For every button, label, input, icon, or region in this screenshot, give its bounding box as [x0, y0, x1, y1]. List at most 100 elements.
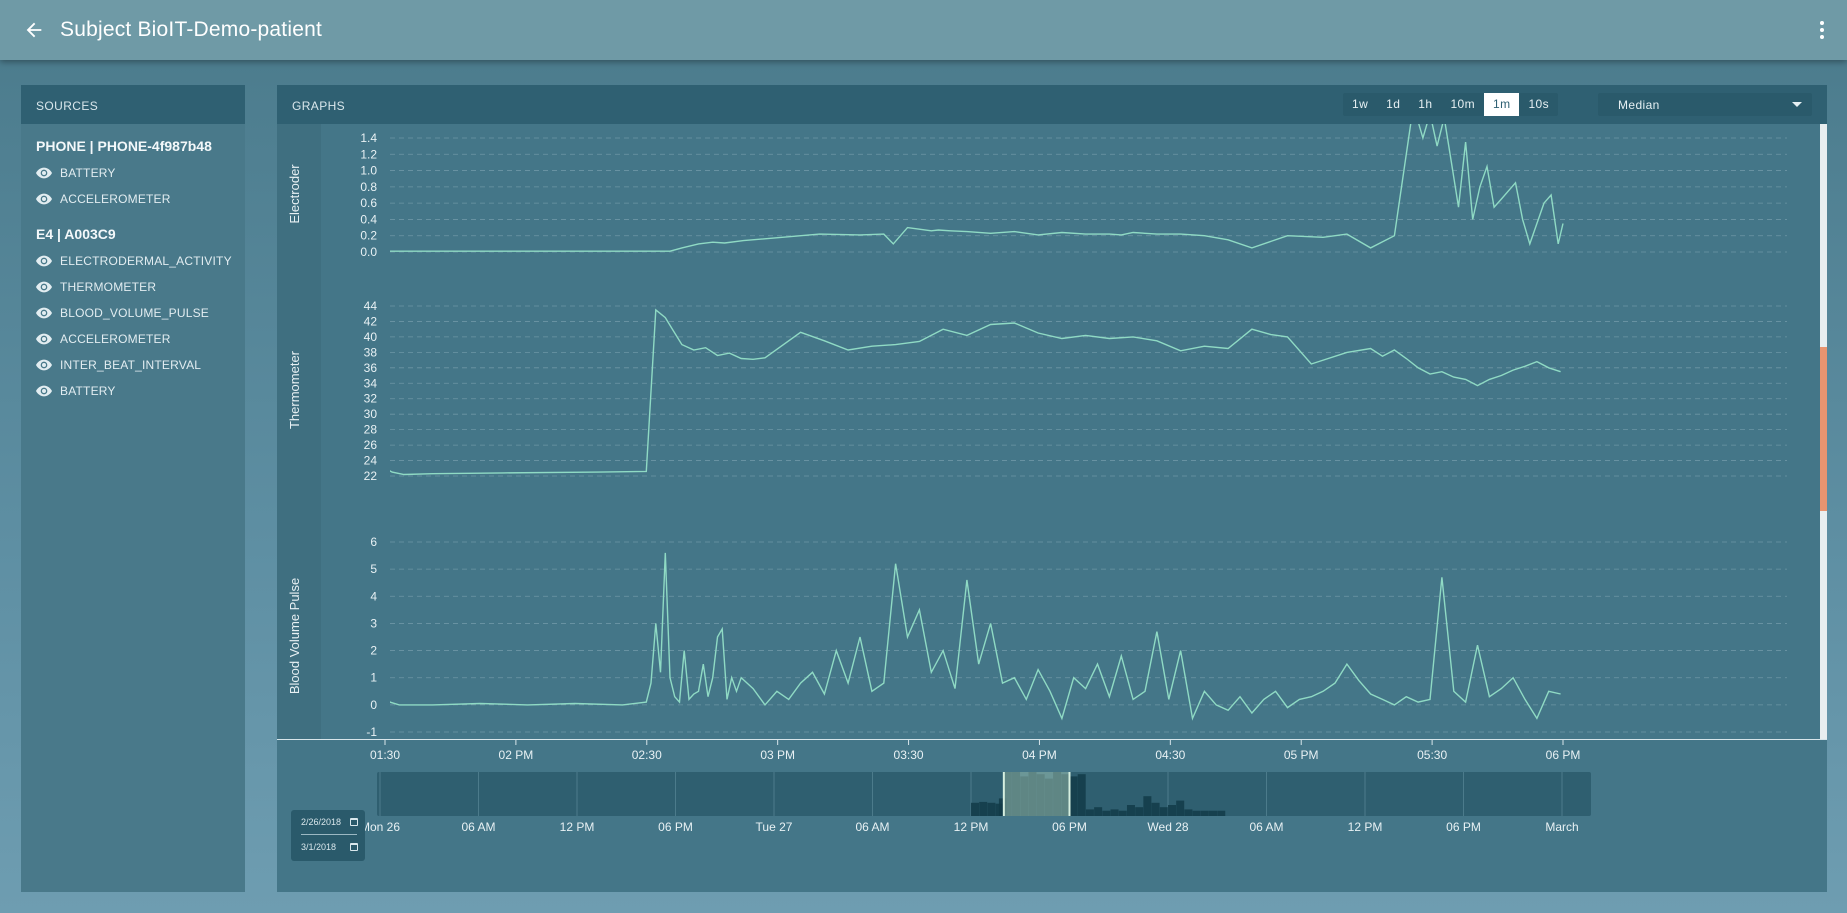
source-item-thermometer[interactable]: THERMOMETER	[36, 274, 230, 300]
x-tick-label: 06 PM	[1546, 748, 1581, 762]
more-menu-button[interactable]	[1815, 18, 1829, 42]
navigator-tick-label: 06 AM	[461, 820, 495, 834]
device-title: PHONE | PHONE-4f987b48	[36, 138, 212, 154]
navigator-tick-label: Wed 28	[1147, 820, 1188, 834]
navigator-tick-label: 06 AM	[1249, 820, 1283, 834]
x-tick-label: 01:30	[370, 748, 400, 762]
y-tick-label: 2	[370, 644, 377, 658]
x-tick-label: 02:30	[632, 748, 662, 762]
navigator-bar	[1110, 809, 1119, 816]
y-tick-label: 3	[370, 616, 377, 630]
time-range-selector: 1w 1d 1h 10m 1m 10s	[1343, 93, 1559, 116]
navigator-bar	[1085, 809, 1094, 816]
y-tick-label: 26	[364, 438, 378, 452]
y-axis-label: Thermometer	[287, 350, 302, 429]
eye-icon[interactable]	[36, 359, 52, 371]
y-tick-label: 44	[364, 299, 378, 313]
y-axis-label: Electroder	[287, 164, 302, 224]
navigator-bar	[1184, 809, 1193, 816]
x-tick-label: 04 PM	[1022, 748, 1057, 762]
source-item-label: ELECTRODERMAL_ACTIVITY	[60, 254, 232, 268]
sources-panel: SOURCES PHONE | PHONE-4f987b48 BATTERY ACC…	[21, 85, 245, 892]
y-tick-label: 32	[364, 392, 378, 406]
navigator-tick-label: Mon 26	[360, 820, 400, 834]
range-button-10s[interactable]: 10s	[1519, 93, 1558, 116]
source-item-label: INTER_BEAT_INTERVAL	[60, 358, 202, 372]
eye-icon[interactable]	[36, 333, 52, 345]
aggregation-value: Median	[1618, 98, 1660, 112]
navigator-bar	[1151, 802, 1160, 816]
source-item-label: BLOOD_VOLUME_PULSE	[60, 306, 209, 320]
navigator-bar	[1069, 776, 1078, 816]
navigator-tick-label: 06 PM	[658, 820, 693, 834]
y-tick-label: 0.4	[360, 212, 377, 226]
source-item-label: THERMOMETER	[60, 280, 157, 294]
y-tick-label: 40	[364, 330, 378, 344]
device-title: E4 | A003C9	[36, 226, 116, 242]
arrow-left-icon	[26, 22, 42, 38]
eye-icon[interactable]	[36, 255, 52, 267]
eye-icon[interactable]	[36, 307, 52, 319]
start-date-field[interactable]: 2/26/2018	[291, 810, 365, 834]
scrollbar-thumb[interactable]	[1820, 347, 1827, 511]
y-axis-label: Blood Volume Pulse	[287, 578, 302, 694]
navigator-handle-left[interactable]	[1002, 772, 1005, 816]
source-item-blood-volume-pulse[interactable]: BLOOD_VOLUME_PULSE	[36, 300, 230, 326]
graphs-header: GRAPHS 1w 1d 1h 10m 1m 10s Median	[277, 85, 1827, 124]
end-date-field[interactable]: 3/1/2018	[291, 835, 365, 859]
y-tick-label: 1	[370, 671, 377, 685]
range-button-1h[interactable]: 1h	[1409, 93, 1441, 116]
range-button-1w[interactable]: 1w	[1343, 93, 1377, 116]
y-tick-label: 1.4	[360, 131, 377, 145]
navigator-bar	[979, 801, 988, 816]
source-item-accelerometer[interactable]: ACCELEROMETER	[36, 326, 230, 352]
y-tick-label: 0.0	[360, 245, 377, 259]
range-button-10m[interactable]: 10m	[1441, 93, 1484, 116]
y-tick-label: 0.2	[360, 229, 377, 243]
graphs-panel: GRAPHS 1w 1d 1h 10m 1m 10s Median 0.0 0.2 0.4 0.…	[277, 85, 1827, 892]
source-item-accelerometer[interactable]: ACCELEROMETER	[36, 186, 230, 212]
source-item-battery[interactable]: BATTERY	[36, 378, 230, 404]
aggregation-select[interactable]: Median	[1598, 93, 1812, 116]
navigator-handle-right[interactable]	[1068, 772, 1071, 816]
timeline-navigator[interactable]: Mon 26 06 AM 12 PM 06 PM Tue 27 06 AM 12 PM 06 …	[360, 772, 1591, 834]
y-tick-label: 6	[370, 535, 377, 549]
eye-icon[interactable]	[36, 193, 52, 205]
sources-header: SOURCES	[21, 85, 245, 124]
eye-icon[interactable]	[36, 167, 52, 179]
x-tick-label: 03:30	[894, 748, 924, 762]
page-title: Subject BioIT-Demo-patient	[60, 18, 322, 41]
navigator-tick-label: 06 PM	[1446, 820, 1481, 834]
chart-electroder: 0.0 0.2 0.4 0.6 0.8 1.0 1.2 1.4 Electroder	[287, 124, 1787, 259]
navigator-tick-label: 12 PM	[1348, 820, 1383, 834]
navigator-bar	[1102, 810, 1111, 816]
navigator-bar	[1200, 810, 1209, 816]
navigator-bar	[1118, 810, 1127, 816]
graphs-title: GRAPHS	[292, 99, 346, 113]
navigator-tick-label: 12 PM	[560, 820, 595, 834]
navigator-tick-label: March	[1545, 820, 1578, 834]
range-button-1m[interactable]: 1m	[1484, 93, 1520, 116]
range-button-1d[interactable]: 1d	[1377, 93, 1409, 116]
y-tick-label: 22	[364, 469, 378, 483]
source-item-label: ACCELEROMETER	[60, 192, 171, 206]
y-tick-label: 24	[364, 454, 378, 468]
navigator-tick-label: 12 PM	[954, 820, 989, 834]
eye-icon[interactable]	[36, 385, 52, 397]
navigator-bar	[987, 802, 996, 816]
end-date: 3/1/2018	[301, 842, 337, 852]
navigator-bar	[1159, 807, 1168, 816]
navigator-bar	[1143, 796, 1152, 816]
y-tick-label: 0	[370, 698, 377, 712]
y-tick-label: 30	[364, 407, 378, 421]
navigator-bar	[1217, 810, 1226, 816]
chart-blood-volume-pulse: -1 0 1 2 3 4 5 6 Blood Volume Pulse	[287, 535, 1787, 739]
source-item-battery[interactable]: BATTERY	[36, 160, 230, 186]
source-item-inter-beat-interval[interactable]: INTER_BEAT_INTERVAL	[36, 352, 230, 378]
navigator-selection[interactable]	[1003, 772, 1070, 816]
start-date: 2/26/2018	[301, 817, 342, 827]
back-button[interactable]	[20, 16, 48, 44]
eye-icon[interactable]	[36, 281, 52, 293]
more-vertical-icon	[1820, 21, 1824, 25]
source-item-electrodermal-activity[interactable]: ELECTRODERMAL_ACTIVITY	[36, 248, 232, 274]
